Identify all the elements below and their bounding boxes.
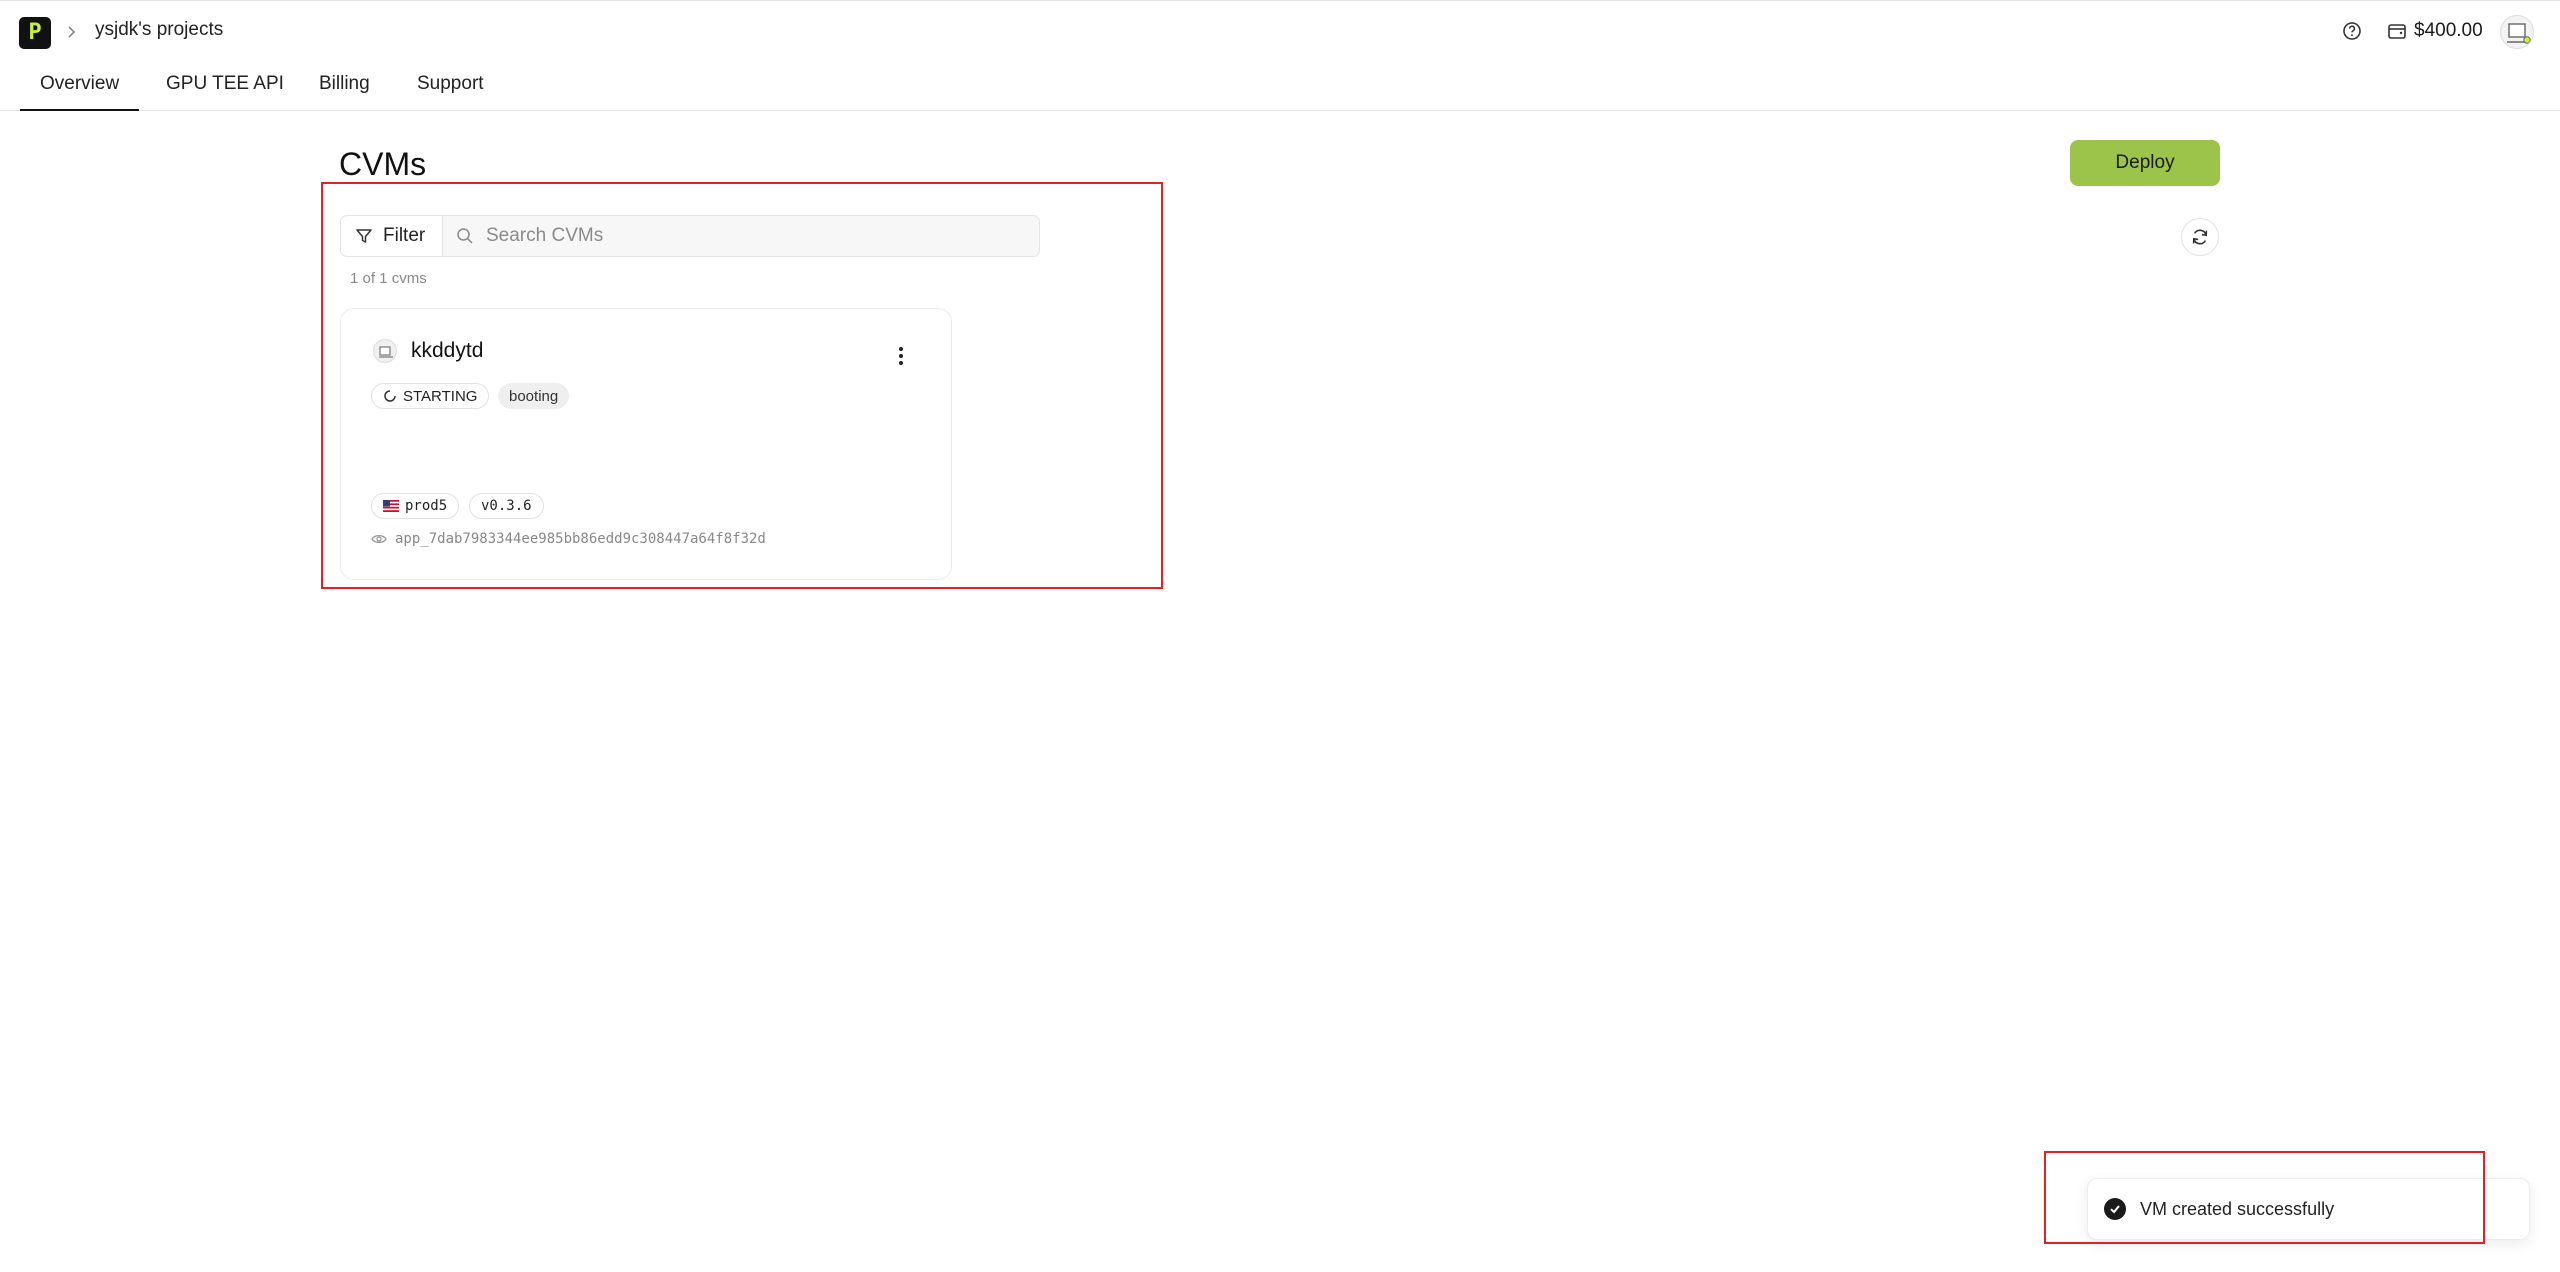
status-label: STARTING	[403, 387, 478, 405]
filter-bar: Filter	[340, 215, 1040, 257]
top-bar: P ysjdk's projects $400.00	[0, 0, 2560, 62]
status-badge: STARTING	[371, 383, 490, 409]
account-balance[interactable]: $400.00	[2414, 20, 2483, 42]
us-flag-icon	[383, 500, 399, 512]
toast-notification[interactable]: VM created successfully	[2087, 1178, 2530, 1240]
app-id-value: app_7dab7983344ee985bb86edd9c308447a64f8…	[395, 531, 766, 547]
tab-support[interactable]: Support	[397, 68, 504, 111]
tab-gpu-tee-api[interactable]: GPU TEE API	[146, 68, 304, 111]
result-count: 1 of 1 cvms	[350, 270, 427, 287]
avatar[interactable]	[2500, 15, 2534, 49]
cvm-icon	[373, 339, 397, 363]
app-logo[interactable]: P	[19, 17, 51, 49]
refresh-button[interactable]	[2181, 218, 2219, 256]
help-circle-icon[interactable]	[2342, 21, 2362, 41]
wallet-icon[interactable]	[2387, 21, 2407, 41]
cvm-name[interactable]: kkddytd	[411, 339, 483, 363]
filter-icon	[356, 229, 372, 243]
version-badge: v0.3.6	[469, 493, 544, 519]
search-input[interactable]	[486, 225, 986, 247]
chevron-right-icon	[66, 21, 80, 43]
state-badge: booting	[498, 383, 570, 409]
tab-billing[interactable]: Billing	[299, 68, 390, 111]
region-badge: prod5	[371, 493, 460, 519]
cvm-card[interactable]: kkddytd STARTING booting prod5 v0.3.6 ap…	[340, 308, 952, 580]
more-options-icon[interactable]	[891, 345, 911, 367]
filter-button[interactable]: Filter	[341, 216, 443, 256]
check-circle-icon	[2104, 1198, 2126, 1220]
region-label: prod5	[405, 498, 448, 514]
main-tabs: Overview GPU TEE API Billing Support	[0, 62, 2560, 111]
page-title: CVMs	[339, 146, 427, 182]
logo-glyph: P	[28, 20, 42, 45]
loading-icon	[384, 390, 396, 402]
toast-message: VM created successfully	[2140, 1198, 2335, 1219]
search-icon	[457, 228, 473, 244]
app-id: app_7dab7983344ee985bb86edd9c308447a64f8…	[371, 531, 766, 547]
eye-icon	[371, 534, 387, 544]
breadcrumb-project[interactable]: ysjdk's projects	[95, 19, 223, 41]
search-wrap	[444, 216, 1039, 256]
deploy-button[interactable]: Deploy	[2070, 140, 2220, 186]
tab-overview[interactable]: Overview	[20, 68, 140, 111]
filter-label: Filter	[383, 225, 426, 246]
refresh-icon	[2192, 229, 2208, 245]
